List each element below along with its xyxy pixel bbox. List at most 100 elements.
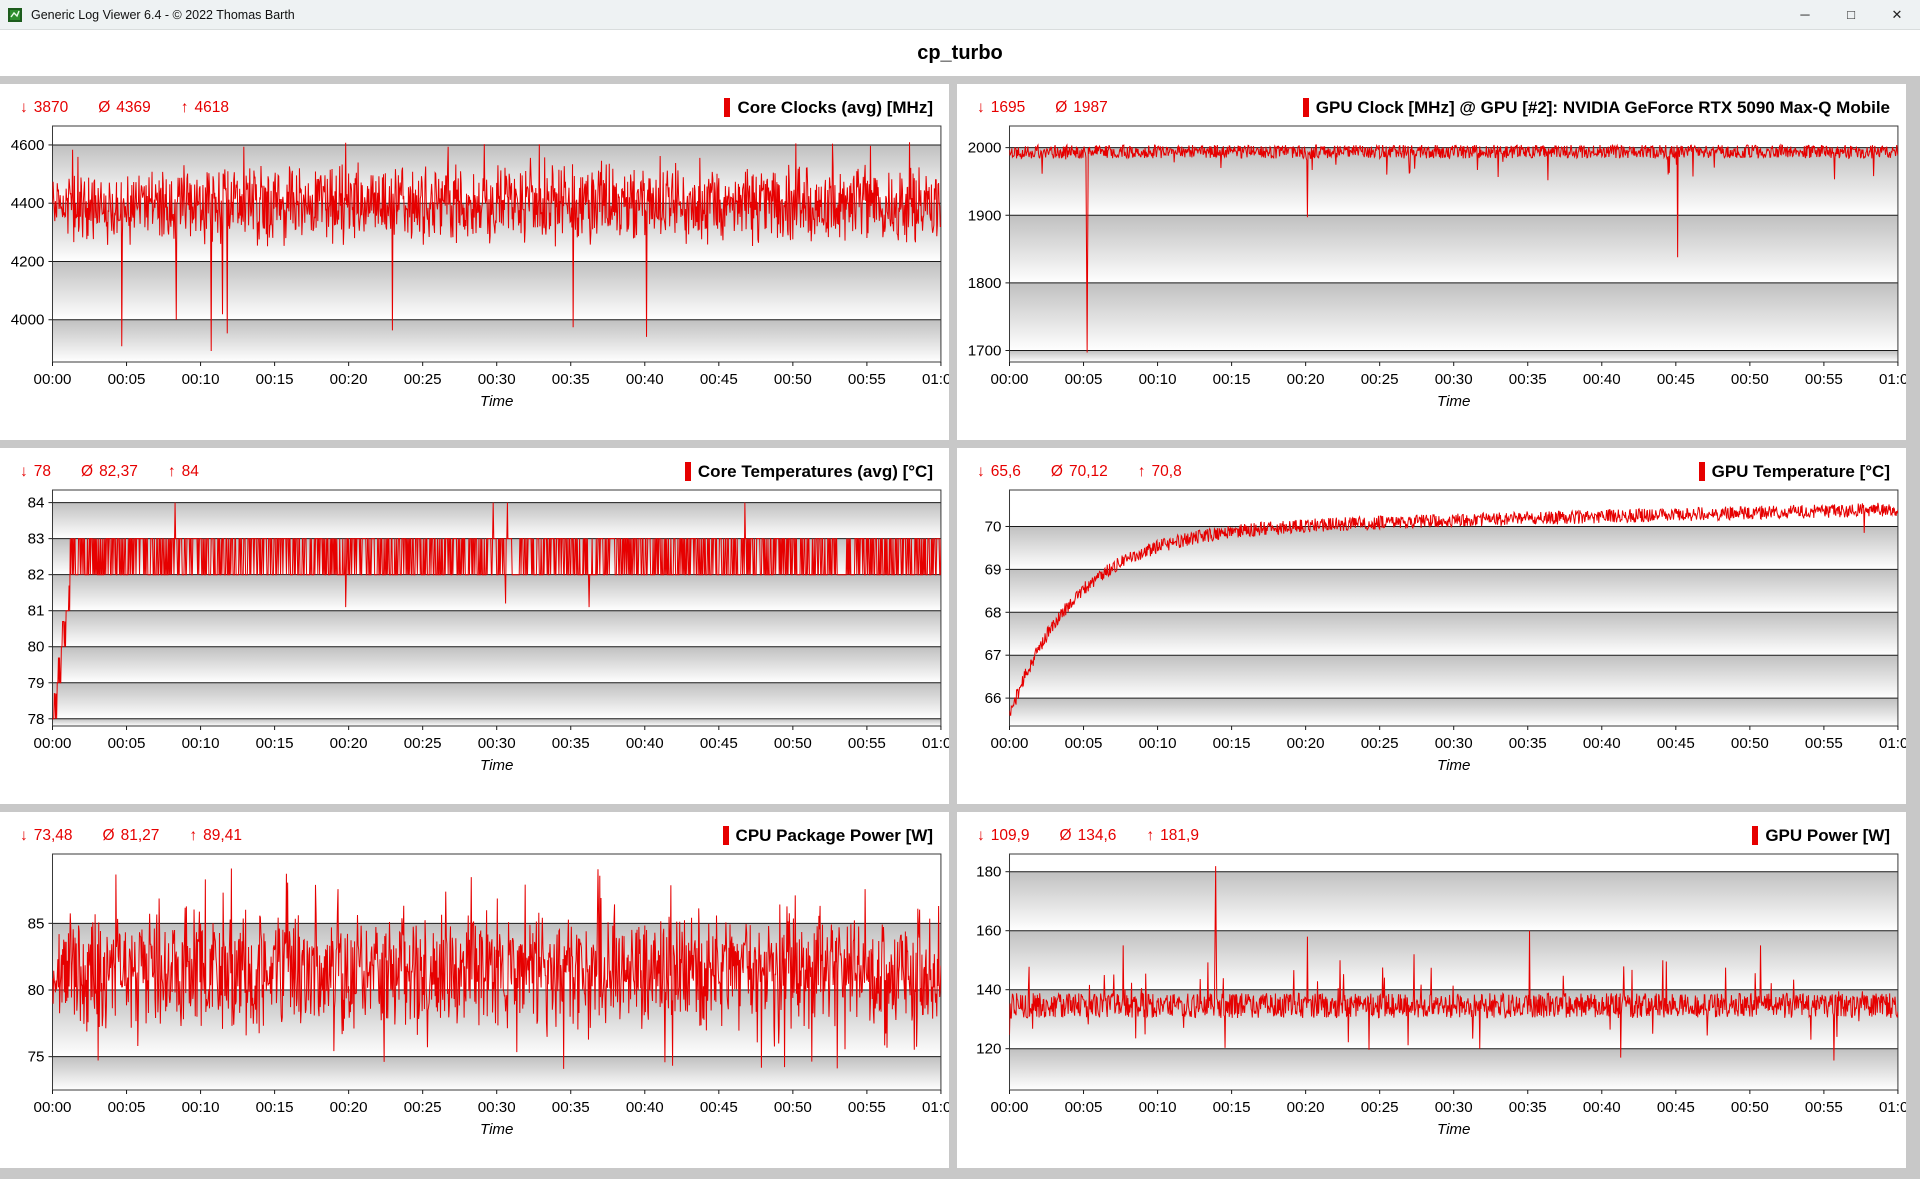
chart-avg-value: 134,6 <box>1078 827 1117 845</box>
chart-stat-min: ↓ 73,48 <box>20 827 73 845</box>
series-color-bar <box>685 462 691 481</box>
x-tick-label: 00:00 <box>991 1099 1029 1116</box>
minimize-button[interactable]: ─ <box>1782 0 1828 30</box>
x-tick-label: 00:55 <box>848 371 886 388</box>
x-axis: 00:0000:0500:1000:1500:2000:2500:3000:35… <box>991 1090 1906 1138</box>
chart-title: GPU Power [W] <box>1765 826 1890 846</box>
x-tick-label: 00:20 <box>1287 1099 1325 1116</box>
y-tick-label: 68 <box>985 604 1002 621</box>
y-tick-label: 81 <box>28 603 45 620</box>
chart-stats: ↓ 109,9 Ø 134,6 ↑ 181,9 <box>977 827 1199 845</box>
x-tick-label: 00:40 <box>1583 1099 1621 1116</box>
x-tick-label: 00:10 <box>1139 735 1177 752</box>
y-tick-label: 66 <box>985 690 1002 707</box>
x-tick-label: 00:20 <box>1287 371 1325 388</box>
min-arrow-icon: ↓ <box>977 463 985 481</box>
chart-stat-max: ↑ 4618 <box>181 99 229 117</box>
chart-header: ↓ 3870 Ø 4369 ↑ 4618 Core Clocks (avg) [… <box>0 84 949 118</box>
x-tick-label: 00:10 <box>182 735 220 752</box>
y-tick-label: 1900 <box>968 207 1002 224</box>
chart-plot: 12014016018000:0000:0500:1000:1500:2000:… <box>957 846 1906 1162</box>
series-color-bar <box>723 826 729 845</box>
chart-panel: ↓ 78 Ø 82,37 ↑ 84 Core Temperatures (avg… <box>0 448 949 804</box>
chart-panel: ↓ 3870 Ø 4369 ↑ 4618 Core Clocks (avg) [… <box>0 84 949 440</box>
chart-stat-avg: Ø 4369 <box>98 99 151 117</box>
chart-stat-min: ↓ 109,9 <box>977 827 1030 845</box>
chart-title: Core Temperatures (avg) [°C] <box>698 462 933 482</box>
min-arrow-icon: ↓ <box>20 99 28 117</box>
x-tick-label: 00:35 <box>1509 735 1547 752</box>
x-tick-label: 00:30 <box>1435 371 1473 388</box>
x-tick-label: 01:00 <box>922 371 949 388</box>
y-tick-label: 2000 <box>968 140 1002 157</box>
y-tick-label: 70 <box>985 519 1002 536</box>
avg-symbol-icon: Ø <box>1060 827 1072 845</box>
x-tick-label: 00:15 <box>256 1099 294 1116</box>
x-tick-label: 00:20 <box>330 735 368 752</box>
min-arrow-icon: ↓ <box>977 827 985 845</box>
series-color-bar <box>1699 462 1705 481</box>
x-tick-label: 00:35 <box>1509 1099 1547 1116</box>
chart-title-wrap: GPU Clock [MHz] @ GPU [#2]: NVIDIA GeFor… <box>1303 98 1890 118</box>
chart-min-value: 3870 <box>34 99 68 117</box>
chart-title-wrap: Core Temperatures (avg) [°C] <box>685 462 933 482</box>
x-tick-label: 00:20 <box>330 371 368 388</box>
y-tick-label: 82 <box>28 567 45 584</box>
x-tick-label: 00:55 <box>1805 371 1843 388</box>
chart-header: ↓ 1695 Ø 1987 ↑ GPU Clock [MHz] @ GPU [#… <box>957 84 1906 118</box>
x-tick-label: 00:45 <box>1657 1099 1695 1116</box>
min-arrow-icon: ↓ <box>20 827 28 845</box>
x-tick-label: 00:45 <box>700 1099 738 1116</box>
min-arrow-icon: ↓ <box>20 463 28 481</box>
chart-stats: ↓ 3870 Ø 4369 ↑ 4618 <box>20 99 229 117</box>
x-tick-label: 00:25 <box>404 735 442 752</box>
avg-symbol-icon: Ø <box>98 99 110 117</box>
x-tick-label: 00:55 <box>848 1099 886 1116</box>
chart-min-value: 1695 <box>991 99 1025 117</box>
chart-stat-avg: Ø 70,12 <box>1051 463 1108 481</box>
chart-header: ↓ 78 Ø 82,37 ↑ 84 Core Temperatures (avg… <box>0 448 949 482</box>
x-tick-label: 00:05 <box>1065 1099 1103 1116</box>
chart-avg-value: 1987 <box>1073 99 1107 117</box>
x-tick-label: 00:15 <box>256 371 294 388</box>
chart-title: Core Clocks (avg) [MHz] <box>737 98 933 118</box>
x-tick-label: 00:20 <box>330 1099 368 1116</box>
x-axis-title: Time <box>480 393 514 410</box>
chart-title-wrap: GPU Power [W] <box>1752 826 1890 846</box>
x-axis: 00:0000:0500:1000:1500:2000:2500:3000:35… <box>991 362 1906 410</box>
maximize-button[interactable]: □ <box>1828 0 1874 30</box>
x-tick-label: 00:40 <box>626 1099 664 1116</box>
x-tick-label: 00:25 <box>404 1099 442 1116</box>
y-tick-label: 4200 <box>11 254 45 271</box>
close-button[interactable]: ✕ <box>1874 0 1920 30</box>
y-axis: 758085 <box>28 915 53 1065</box>
chart-header: ↓ 73,48 Ø 81,27 ↑ 89,41 CPU Package Powe… <box>0 812 949 846</box>
chart-min-value: 78 <box>34 463 51 481</box>
app-window: Generic Log Viewer 6.4 - © 2022 Thomas B… <box>0 0 1920 1179</box>
x-tick-label: 01:00 <box>922 735 949 752</box>
x-tick-label: 00:15 <box>1213 371 1251 388</box>
window-controls: ─ □ ✕ <box>1782 0 1920 30</box>
charts-grid: ↓ 3870 Ø 4369 ↑ 4618 Core Clocks (avg) [… <box>0 76 1920 1179</box>
chart-stat-min: ↓ 1695 <box>977 99 1025 117</box>
chart-stat-max: ↑ 181,9 <box>1146 827 1199 845</box>
x-tick-label: 00:25 <box>1361 735 1399 752</box>
chart-title-wrap: Core Clocks (avg) [MHz] <box>724 98 933 118</box>
titlebar: Generic Log Viewer 6.4 - © 2022 Thomas B… <box>0 0 1920 30</box>
x-tick-label: 00:00 <box>34 1099 72 1116</box>
y-tick-label: 4600 <box>11 137 45 154</box>
chart-panel: ↓ 73,48 Ø 81,27 ↑ 89,41 CPU Package Powe… <box>0 812 949 1168</box>
x-tick-label: 00:35 <box>552 371 590 388</box>
series-color-bar <box>724 98 730 117</box>
chart-avg-value: 70,12 <box>1069 463 1108 481</box>
x-tick-label: 00:50 <box>1731 735 1769 752</box>
x-axis-title: Time <box>1437 757 1471 774</box>
x-tick-label: 00:45 <box>1657 735 1695 752</box>
y-tick-label: 84 <box>28 495 45 512</box>
x-tick-label: 01:00 <box>1879 371 1906 388</box>
series-color-bar <box>1752 826 1758 845</box>
x-tick-label: 00:30 <box>1435 735 1473 752</box>
x-tick-label: 00:30 <box>478 1099 516 1116</box>
x-tick-label: 00:50 <box>774 735 812 752</box>
chart-avg-value: 81,27 <box>121 827 160 845</box>
